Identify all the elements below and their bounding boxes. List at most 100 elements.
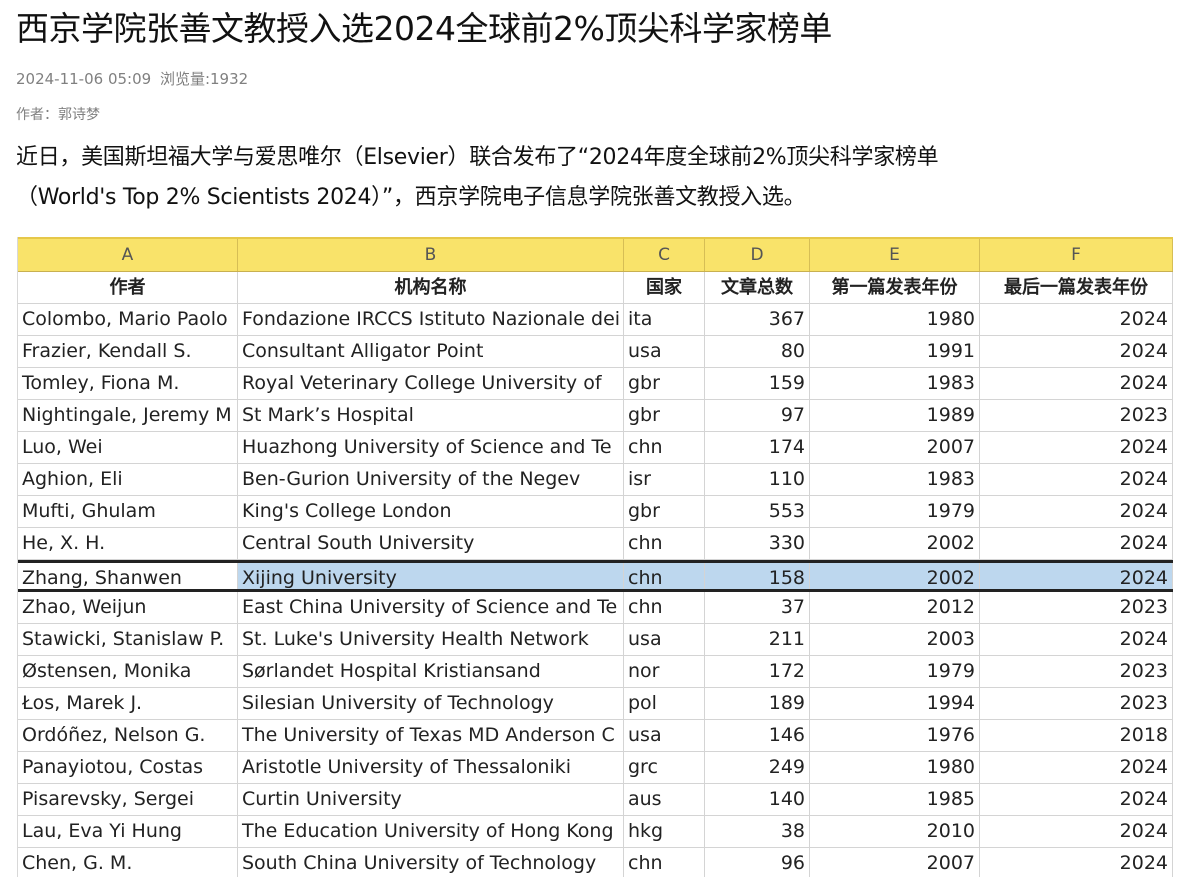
table-cell: gbr — [624, 368, 705, 399]
header-cell: 作者 — [18, 272, 238, 303]
table-cell: 2024 — [980, 336, 1173, 367]
table-cell: 172 — [705, 656, 810, 687]
table-cell: gbr — [624, 400, 705, 431]
table-cell: Fondazione IRCCS Istituto Nazionale dei — [238, 304, 624, 335]
column-letter-a: A — [18, 239, 238, 271]
table-cell: chn — [624, 528, 705, 559]
table-cell: ita — [624, 304, 705, 335]
publish-date: 2024-11-06 05:09 — [16, 70, 152, 88]
table-cell: Xijing University — [238, 563, 624, 589]
table-cell: 80 — [705, 336, 810, 367]
table-cell: chn — [624, 848, 705, 877]
table-cell: 1983 — [810, 368, 980, 399]
table-cell: 1985 — [810, 784, 980, 815]
header-cell: 第一篇发表年份 — [810, 272, 980, 303]
table-cell: Zhao, Weijun — [18, 592, 238, 623]
table-cell: hkg — [624, 816, 705, 847]
table-cell: 2007 — [810, 432, 980, 463]
table-cell: Lau, Eva Yi Hung — [18, 816, 238, 847]
header-cell: 最后一篇发表年份 — [980, 272, 1173, 303]
column-letter-c: C — [624, 239, 705, 271]
table-cell: Nightingale, Jeremy M — [18, 400, 238, 431]
table-header-row: 作者 机构名称 国家 文章总数 第一篇发表年份 最后一篇发表年份 — [18, 272, 1173, 304]
view-count: 浏览量:1932 — [159, 70, 249, 88]
table-row: Zhao, Weijun East China University of Sci… — [18, 592, 1173, 624]
table-cell: Østensen, Monika — [18, 656, 238, 687]
article-title: 西京学院张善文教授入选2024全球前2%顶尖科学家榜单 — [16, 9, 832, 48]
article-meta: 2024-11-06 05:09 浏览量:1932 — [16, 68, 248, 90]
table-cell: Zhang, Shanwen — [18, 563, 238, 589]
table-row: Aghion, Eli Ben-Gurion University of the … — [18, 464, 1173, 496]
table-cell: 159 — [705, 368, 810, 399]
table-cell: Aristotle University of Thessaloniki — [238, 752, 624, 783]
table-cell: 553 — [705, 496, 810, 527]
table-cell: Colombo, Mario Paolo — [18, 304, 238, 335]
table-cell: 2023 — [980, 656, 1173, 687]
table-cell: 2024 — [980, 624, 1173, 655]
table-cell: 2024 — [980, 368, 1173, 399]
table-row: Pisarevsky, Sergei Curtin University aus 14… — [18, 784, 1173, 816]
table-cell: 2024 — [980, 464, 1173, 495]
header-cell: 文章总数 — [705, 272, 810, 303]
table-cell: East China University of Science and Te — [238, 592, 624, 623]
table-cell: Silesian University of Technology — [238, 688, 624, 719]
table-cell: 2024 — [980, 528, 1173, 559]
table-cell: He, X. H. — [18, 528, 238, 559]
header-cell: 机构名称 — [238, 272, 624, 303]
table-cell: 158 — [705, 563, 810, 589]
table-row: Lau, Eva Yi Hung The Education University… — [18, 816, 1173, 848]
table-cell: 1980 — [810, 304, 980, 335]
column-letter-b: B — [238, 239, 624, 271]
table-cell: 1976 — [810, 720, 980, 751]
table-row: Tomley, Fiona M. Royal Veterinary College… — [18, 368, 1173, 400]
table-cell: Panayiotou, Costas — [18, 752, 238, 783]
table-row-selected: Zhang, Shanwen Xijing University chn 158 200… — [18, 560, 1173, 592]
table-cell: nor — [624, 656, 705, 687]
table-cell: Ben-Gurion University of the Negev — [238, 464, 624, 495]
table-cell: Chen, G. M. — [18, 848, 238, 877]
article-author: 作者：郭诗梦 — [16, 107, 100, 123]
table-cell: 2023 — [980, 592, 1173, 623]
table-cell: 2024 — [980, 816, 1173, 847]
header-cell: 国家 — [624, 272, 705, 303]
lead-line-1: 近日，美国斯坦福大学与爱思唯尔（Elsevier）联合发布了“2024年度全球前… — [16, 145, 939, 170]
table-cell: 2003 — [810, 624, 980, 655]
table-cell: 2024 — [980, 496, 1173, 527]
table-cell: Central South University — [238, 528, 624, 559]
table-cell: pol — [624, 688, 705, 719]
table-cell: 2023 — [980, 400, 1173, 431]
table-row: Luo, Wei Huazhong University of Science a… — [18, 432, 1173, 464]
column-letter-e: E — [810, 239, 980, 271]
table-cell: Curtin University — [238, 784, 624, 815]
table-row: Østensen, Monika Sørlandet Hospital Krist… — [18, 656, 1173, 688]
column-letter-f: F — [980, 239, 1173, 271]
table-cell: Ordóñez, Nelson G. — [18, 720, 238, 751]
table-cell: 2024 — [980, 563, 1173, 589]
table-cell: 2024 — [980, 752, 1173, 783]
table-cell: Royal Veterinary College University of — [238, 368, 624, 399]
article-lead: 近日，美国斯坦福大学与爱思唯尔（Elsevier）联合发布了“2024年度全球前… — [16, 138, 1180, 218]
table-cell: Łos, Marek J. — [18, 688, 238, 719]
table-cell: chn — [624, 432, 705, 463]
table-cell: 2010 — [810, 816, 980, 847]
table-cell: aus — [624, 784, 705, 815]
lead-line-2: （World's Top 2% Scientists 2024）”，西京学院电子… — [16, 185, 806, 210]
table-cell: 1980 — [810, 752, 980, 783]
table-cell: Luo, Wei — [18, 432, 238, 463]
table-cell: Mufti, Ghulam — [18, 496, 238, 527]
table-cell: 2024 — [980, 848, 1173, 877]
table-cell: 140 — [705, 784, 810, 815]
table-cell: South China University of Technology — [238, 848, 624, 877]
table-row: Frazier, Kendall S. Consultant Alligator … — [18, 336, 1173, 368]
table-cell: Huazhong University of Science and Te — [238, 432, 624, 463]
table-cell: 2023 — [980, 688, 1173, 719]
table-row: Panayiotou, Costas Aristotle University o… — [18, 752, 1173, 784]
table-cell: usa — [624, 624, 705, 655]
table-cell: 2002 — [810, 563, 980, 589]
table-cell: 110 — [705, 464, 810, 495]
table-cell: isr — [624, 464, 705, 495]
table-cell: The Education University of Hong Kong — [238, 816, 624, 847]
table-row: He, X. H. Central South University chn 330 2… — [18, 528, 1173, 560]
table-row: Stawicki, Stanislaw P. St. Luke's Univers… — [18, 624, 1173, 656]
table-row: Colombo, Mario Paolo Fondazione IRCCS Ist… — [18, 304, 1173, 336]
